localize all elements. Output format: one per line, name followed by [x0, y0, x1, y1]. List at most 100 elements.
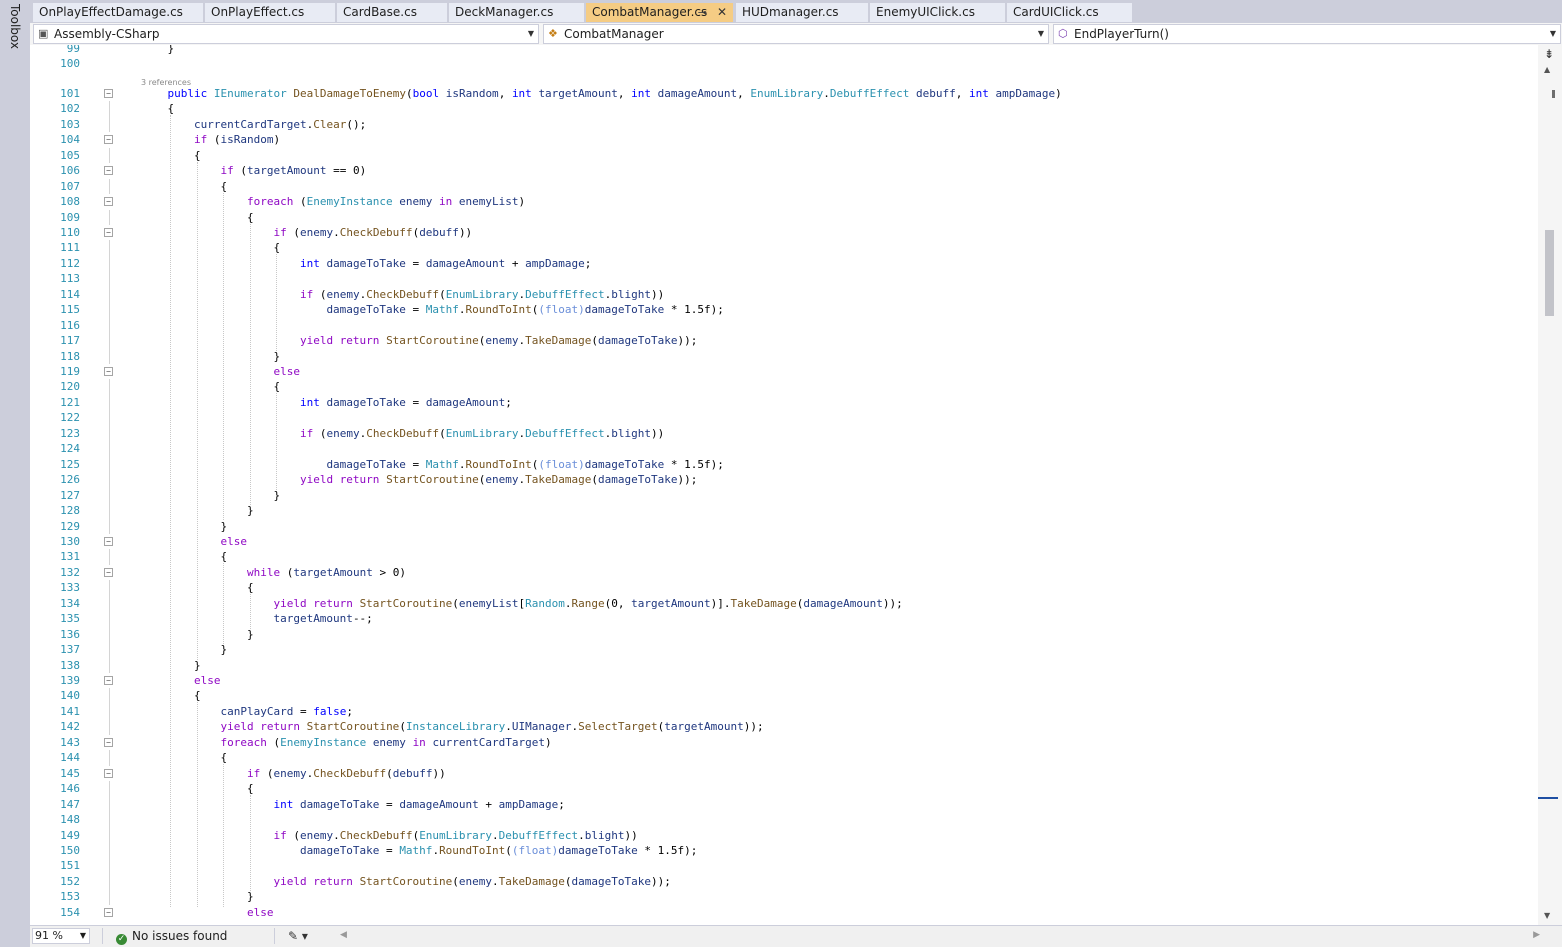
code-text[interactable]: damageToTake = Mathf.RoundToInt((float)d…: [141, 302, 724, 318]
close-icon[interactable]: ✕: [717, 3, 727, 22]
code-text[interactable]: int damageToTake = damageAmount + ampDam…: [141, 797, 564, 813]
code-text[interactable]: }: [141, 627, 254, 643]
code-cleanup-button[interactable]: ✎ ▾: [288, 928, 308, 944]
issues-indicator[interactable]: ✓ No issues found: [116, 928, 227, 945]
tab-combatmanager-cs[interactable]: CombatManager.cs ⊸ ✕: [586, 3, 734, 22]
code-text[interactable]: yield return StartCoroutine(enemy.TakeDa…: [141, 874, 670, 890]
tab-deckmanager-cs[interactable]: DeckManager.cs: [449, 3, 585, 22]
code-text[interactable]: if (enemy.CheckDebuff(debuff)): [141, 225, 472, 241]
scrollbar-thumb[interactable]: [1545, 230, 1554, 316]
scroll-right-arrow-icon[interactable]: ▶: [1533, 930, 1540, 940]
split-window-icon[interactable]: ⇟: [1542, 47, 1556, 61]
collapse-icon[interactable]: −: [104, 536, 113, 546]
code-text[interactable]: else: [141, 364, 300, 380]
code-text[interactable]: targetAmount--;: [141, 611, 373, 627]
code-token: * 1.5f);: [664, 303, 724, 317]
member-dropdown[interactable]: ⬡ EndPlayerTurn() ▼: [1053, 24, 1561, 44]
code-text[interactable]: yield return StartCoroutine(enemy.TakeDa…: [141, 472, 697, 488]
project-dropdown[interactable]: ▣ Assembly-CSharp ▼: [33, 24, 539, 44]
code-text[interactable]: {: [141, 210, 254, 226]
code-text[interactable]: yield return StartCoroutine(enemyList[Ra…: [141, 596, 903, 612]
code-token: TakeDamage: [525, 473, 592, 487]
collapse-icon[interactable]: −: [104, 737, 113, 747]
code-token: ));: [882, 596, 903, 610]
scroll-up-arrow-icon[interactable]: ▲: [1544, 65, 1550, 74]
code-text[interactable]: }: [141, 658, 201, 674]
scroll-down-arrow-icon[interactable]: ▼: [1544, 911, 1550, 920]
collapse-icon[interactable]: −: [104, 197, 113, 207]
code-text[interactable]: damageToTake = Mathf.RoundToInt((float)d…: [141, 457, 723, 473]
code-token: RoundToInt: [439, 843, 506, 857]
collapse-icon[interactable]: −: [104, 135, 113, 145]
code-token: in: [412, 735, 426, 749]
code-text[interactable]: }: [141, 889, 254, 905]
code-text[interactable]: {: [141, 240, 280, 256]
code-token: (: [286, 828, 300, 842]
toolbox-strip[interactable]: Toolbox: [0, 0, 31, 946]
code-text[interactable]: {: [141, 688, 201, 704]
code-text[interactable]: }: [141, 519, 227, 535]
code-text[interactable]: currentCardTarget.Clear();: [141, 117, 366, 133]
code-text[interactable]: }: [141, 349, 280, 365]
code-text[interactable]: }: [141, 45, 174, 57]
tab-hudmanager-cs[interactable]: HUDmanager.cs: [736, 3, 869, 22]
code-text[interactable]: {: [141, 750, 227, 766]
code-text[interactable]: }: [141, 488, 280, 504]
code-text[interactable]: public IEnumerator DealDamageToEnemy(boo…: [141, 86, 1062, 102]
code-token: --;: [352, 612, 373, 626]
code-text[interactable]: foreach (EnemyInstance enemy in currentC…: [141, 735, 551, 751]
tab-onplayeffect-cs[interactable]: OnPlayEffect.cs: [205, 3, 336, 22]
code-text[interactable]: {: [141, 549, 227, 565]
code-text[interactable]: else: [141, 534, 247, 550]
code-text[interactable]: if (targetAmount == 0): [141, 163, 366, 179]
code-text[interactable]: else: [141, 905, 274, 921]
zoom-dropdown[interactable]: 91 % ▼: [32, 928, 90, 944]
code-text[interactable]: }: [141, 503, 254, 519]
code-text[interactable]: foreach (EnemyInstance enemy in enemyLis…: [141, 194, 525, 210]
collapse-icon[interactable]: −: [104, 567, 113, 577]
code-text[interactable]: canPlayCard = false;: [141, 704, 352, 720]
code-text[interactable]: {: [141, 179, 227, 195]
code-text[interactable]: damageToTake = Mathf.RoundToInt((float)d…: [141, 843, 697, 859]
code-text[interactable]: yield return StartCoroutine(InstanceLibr…: [141, 719, 763, 735]
tab-carduiclick-cs[interactable]: CardUIClick.cs: [1007, 3, 1133, 22]
scroll-left-arrow-icon[interactable]: ◀: [340, 930, 347, 940]
toolbox-label[interactable]: Toolbox: [8, 4, 22, 49]
outline-line: [109, 580, 110, 596]
tab-enemyuiclick-cs[interactable]: EnemyUIClick.cs: [870, 3, 1006, 22]
code-editor[interactable]: 99 } 100 3 references 101− public IEnumerat…: [30, 45, 1538, 925]
code-text[interactable]: while (targetAmount > 0): [141, 565, 406, 581]
tab-onplayeffectdamage-cs[interactable]: OnPlayEffectDamage.cs: [33, 3, 204, 22]
code-text[interactable]: {: [141, 379, 280, 395]
code-text[interactable]: {: [141, 580, 254, 596]
tab-cardbase-cs[interactable]: CardBase.cs: [337, 3, 448, 22]
code-text[interactable]: {: [141, 148, 201, 164]
code-text[interactable]: if (enemy.CheckDebuff(debuff)): [141, 766, 446, 782]
code-text[interactable]: int damageToTake = damageAmount;: [141, 395, 512, 411]
code-text[interactable]: }: [141, 642, 227, 658]
code-text[interactable]: if (enemy.CheckDebuff(EnumLibrary.Debuff…: [141, 828, 637, 844]
collapse-icon[interactable]: −: [104, 676, 113, 685]
code-token: StartCoroutine: [386, 473, 479, 487]
collapse-icon[interactable]: −: [104, 88, 113, 98]
collapse-icon[interactable]: −: [104, 166, 113, 176]
horizontal-scrollbar[interactable]: ◀ ▶: [340, 930, 1540, 942]
code-text[interactable]: {: [141, 101, 174, 117]
code-text[interactable]: if (enemy.CheckDebuff(EnumLibrary.Debuff…: [141, 426, 664, 442]
code-token: targetAmount: [538, 86, 618, 100]
pin-icon[interactable]: ⊸: [698, 3, 707, 22]
collapse-icon[interactable]: −: [104, 907, 113, 917]
code-text[interactable]: {: [141, 781, 254, 797]
collapse-icon[interactable]: −: [104, 227, 113, 237]
code-text[interactable]: if (isRandom): [141, 132, 280, 148]
collapse-icon[interactable]: −: [104, 768, 113, 778]
code-text[interactable]: if (enemy.CheckDebuff(EnumLibrary.Debuff…: [141, 287, 664, 303]
code-text[interactable]: else: [141, 673, 221, 689]
code-text[interactable]: int damageToTake = damageAmount + ampDam…: [141, 256, 591, 272]
vertical-scrollbar[interactable]: ⇟ ▲ ▼: [1538, 45, 1562, 925]
code-text[interactable]: yield return StartCoroutine(enemy.TakeDa…: [141, 333, 697, 349]
collapse-icon[interactable]: −: [104, 367, 113, 376]
code-token: ));: [677, 334, 698, 348]
type-dropdown[interactable]: ❖ CombatManager ▼: [543, 24, 1049, 44]
